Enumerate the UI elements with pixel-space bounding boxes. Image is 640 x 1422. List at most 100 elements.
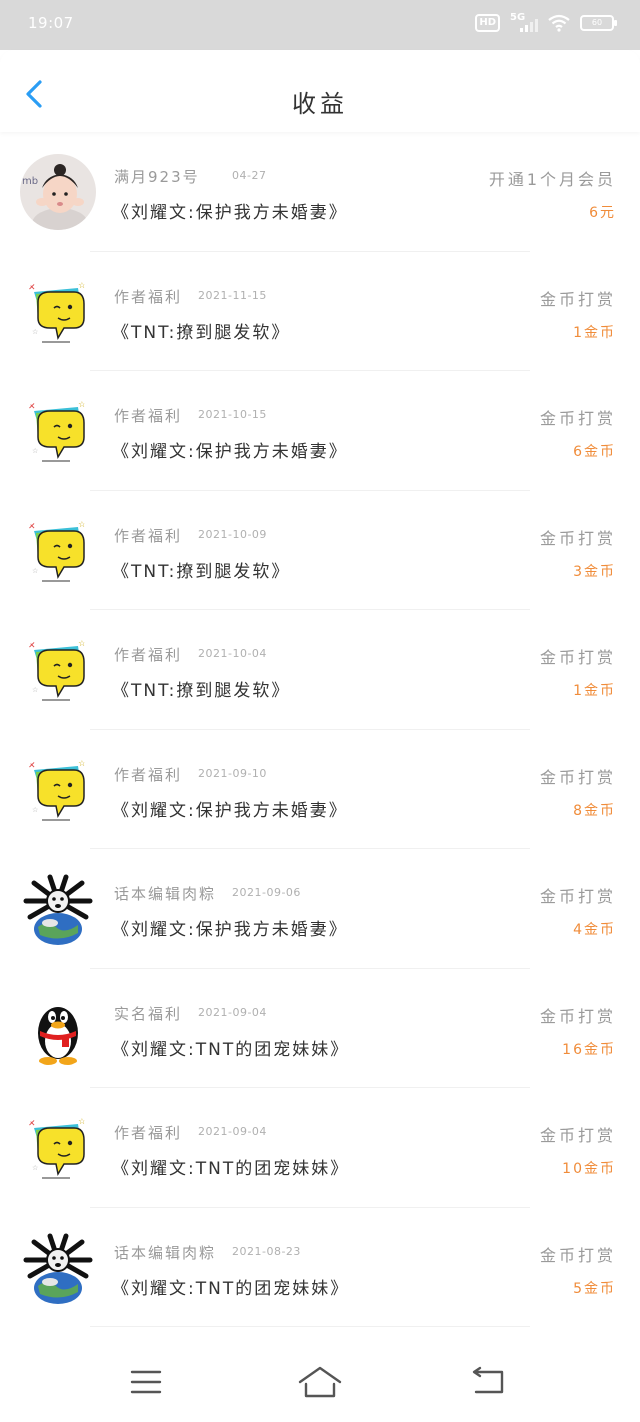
- earning-amount: 16金币: [562, 1041, 616, 1058]
- user-name: 作者福利: [114, 526, 183, 545]
- yellow-speech-bubble-avatar[interactable]: ✕ ☆ ☆: [20, 273, 96, 350]
- list-item[interactable]: 话本编辑肉粽 2021-09-06 《刘耀文:保护我方未婚妻》 金币打赏 4金币: [0, 849, 640, 969]
- battery-icon: 60: [580, 15, 617, 31]
- earning-amount: 3金币: [573, 563, 616, 580]
- wifi-icon: [548, 14, 570, 32]
- list-item[interactable]: 话本编辑肉粽 2021-08-23 《刘耀文:TNT的团宠妹妹》 金币打赏 5金币: [0, 1208, 640, 1328]
- record-date: 2021-10-04: [198, 647, 267, 660]
- svg-text:✕: ✕: [28, 761, 36, 771]
- svg-text:☆: ☆: [32, 447, 38, 455]
- work-title: 《TNT:撩到腿发软》: [112, 561, 291, 582]
- user-name: 作者福利: [114, 287, 183, 306]
- record-date: 2021-11-15: [198, 288, 267, 302]
- home-button[interactable]: [298, 1362, 342, 1402]
- record-date: 2021-10-15: [198, 408, 267, 421]
- yellow-speech-bubble-avatar[interactable]: ✕ ☆ ☆: [20, 751, 96, 828]
- earning-type: 金币打赏: [539, 767, 616, 787]
- work-title: 《刘耀文:保护我方未婚妻》: [112, 442, 348, 462]
- earning-amount: 5金币: [573, 1280, 616, 1297]
- list-item[interactable]: ✕ ☆ ☆ 作者福利 2021-11-15 《TNT:撩到腿发软》 金币打赏 1金币: [0, 252, 640, 372]
- earning-type: 开通1个月会员: [488, 170, 616, 189]
- back-icon: [472, 1366, 504, 1394]
- user-name: 满月923号: [114, 168, 200, 186]
- earning-amount: 4金币: [573, 922, 616, 938]
- yellow-speech-bubble-avatar[interactable]: ✕ ☆ ☆: [20, 632, 96, 708]
- work-title: 《TNT:撩到腿发软》: [112, 322, 291, 343]
- yellow-speech-bubble-avatar[interactable]: ✕ ☆ ☆: [20, 1110, 96, 1186]
- child-photo-avatar[interactable]: mb: [20, 154, 96, 230]
- earning-amount: 1金币: [573, 683, 616, 699]
- work-title: 《TNT:撩到腿发软》: [112, 681, 291, 701]
- user-name: 作者福利: [114, 1124, 183, 1142]
- system-nav-bar: [0, 1346, 640, 1422]
- list-item[interactable]: ✕ ☆ ☆ 作者福利 2021-09-10 《刘耀文:保护我方未婚妻》 金币打赏 8金币: [0, 730, 640, 850]
- earning-type: 金币打赏: [539, 887, 616, 906]
- svg-text:✕: ✕: [28, 641, 36, 651]
- svg-text:☆: ☆: [32, 806, 38, 814]
- work-title: 《刘耀文:保护我方未婚妻》: [112, 920, 348, 940]
- svg-text:☆: ☆: [32, 686, 38, 694]
- earnings-list: mb 满月923号 04-27 《刘耀文:保护我方未婚妻》 开通1个月会员 6元 ✕ ☆…: [0, 132, 640, 1327]
- hd-icon: HD: [475, 14, 500, 32]
- svg-text:✕: ✕: [28, 402, 36, 412]
- svg-text:☆: ☆: [78, 520, 86, 530]
- work-title: 《刘耀文:TNT的团宠妹妹》: [112, 1039, 350, 1060]
- svg-text:☆: ☆: [32, 328, 38, 336]
- work-title: 《刘耀文:TNT的团宠妹妹》: [112, 1159, 350, 1179]
- svg-text:☆: ☆: [32, 567, 38, 575]
- earning-type: 金币打赏: [539, 1245, 616, 1265]
- svg-text:✕: ✕: [28, 283, 36, 293]
- record-date: 2021-09-04: [198, 1005, 267, 1019]
- user-name: 作者福利: [114, 646, 183, 664]
- user-name: 作者福利: [114, 765, 183, 784]
- earning-type: 金币打赏: [539, 1126, 616, 1145]
- header: 收益: [0, 50, 640, 132]
- list-item[interactable]: ✕ ☆ ☆ 作者福利 2021-09-04 《刘耀文:TNT的团宠妹妹》 金币打赏 10…: [0, 1088, 640, 1208]
- earning-amount: 8金币: [573, 802, 616, 819]
- earning-amount: 10金币: [562, 1161, 616, 1177]
- home-icon: [298, 1366, 342, 1398]
- work-title: 《刘耀文:TNT的团宠妹妹》: [112, 1278, 350, 1299]
- svg-text:☆: ☆: [78, 759, 86, 769]
- signal-icon: 5G: [510, 12, 538, 34]
- menu-icon: [130, 1370, 162, 1394]
- work-title: 《刘耀文:保护我方未婚妻》: [112, 800, 348, 821]
- earth-spider-meme-avatar[interactable]: [20, 1229, 96, 1306]
- yellow-speech-bubble-avatar[interactable]: ✕ ☆ ☆: [20, 512, 96, 589]
- user-name: 话本编辑肉粽: [114, 1243, 217, 1262]
- svg-text:☆: ☆: [78, 1117, 86, 1127]
- record-date: 04-27: [232, 169, 267, 182]
- svg-text:☆: ☆: [78, 639, 86, 649]
- status-icons: HD 5G 60: [475, 12, 617, 34]
- status-bar: 19:07 HD 5G 60: [0, 0, 640, 50]
- earning-type: 金币打赏: [539, 409, 616, 428]
- back-nav-button[interactable]: [466, 1362, 510, 1402]
- page-title: 收益: [292, 90, 348, 118]
- work-title: 《刘耀文:保护我方未婚妻》: [112, 203, 348, 223]
- svg-text:✕: ✕: [28, 522, 36, 532]
- list-item[interactable]: ✕ ☆ ☆ 作者福利 2021-10-04 《TNT:撩到腿发软》 金币打赏 1金币: [0, 610, 640, 730]
- earning-type: 金币打赏: [539, 289, 616, 309]
- earning-amount: 1金币: [573, 324, 616, 341]
- list-item[interactable]: 实名福利 2021-09-04 《刘耀文:TNT的团宠妹妹》 金币打赏 16金币: [0, 969, 640, 1089]
- list-item[interactable]: mb 满月923号 04-27 《刘耀文:保护我方未婚妻》 开通1个月会员 6元: [0, 132, 640, 252]
- record-date: 2021-08-23: [232, 1244, 301, 1258]
- record-date: 2021-09-04: [198, 1125, 267, 1138]
- user-name: 作者福利: [114, 407, 183, 425]
- earning-type: 金币打赏: [539, 648, 616, 667]
- record-date: 2021-09-06: [232, 886, 301, 899]
- earning-type: 金币打赏: [539, 1006, 616, 1026]
- svg-text:mb: mb: [22, 176, 38, 187]
- yellow-speech-bubble-avatar[interactable]: ✕ ☆ ☆: [20, 393, 96, 469]
- earning-amount: 6元: [589, 205, 616, 221]
- menu-button[interactable]: [124, 1362, 168, 1402]
- list-item[interactable]: ✕ ☆ ☆ 作者福利 2021-10-15 《刘耀文:保护我方未婚妻》 金币打赏 6金币: [0, 371, 640, 491]
- svg-text:✕: ✕: [28, 1119, 36, 1129]
- earth-spider-meme-avatar[interactable]: [20, 871, 96, 947]
- earning-amount: 6金币: [573, 444, 616, 460]
- user-name: 话本编辑肉粽: [114, 885, 217, 903]
- svg-text:☆: ☆: [78, 400, 86, 410]
- user-name: 实名福利: [114, 1004, 183, 1023]
- list-item[interactable]: ✕ ☆ ☆ 作者福利 2021-10-09 《TNT:撩到腿发软》 金币打赏 3金币: [0, 491, 640, 611]
- qq-penguin-avatar[interactable]: [20, 990, 96, 1067]
